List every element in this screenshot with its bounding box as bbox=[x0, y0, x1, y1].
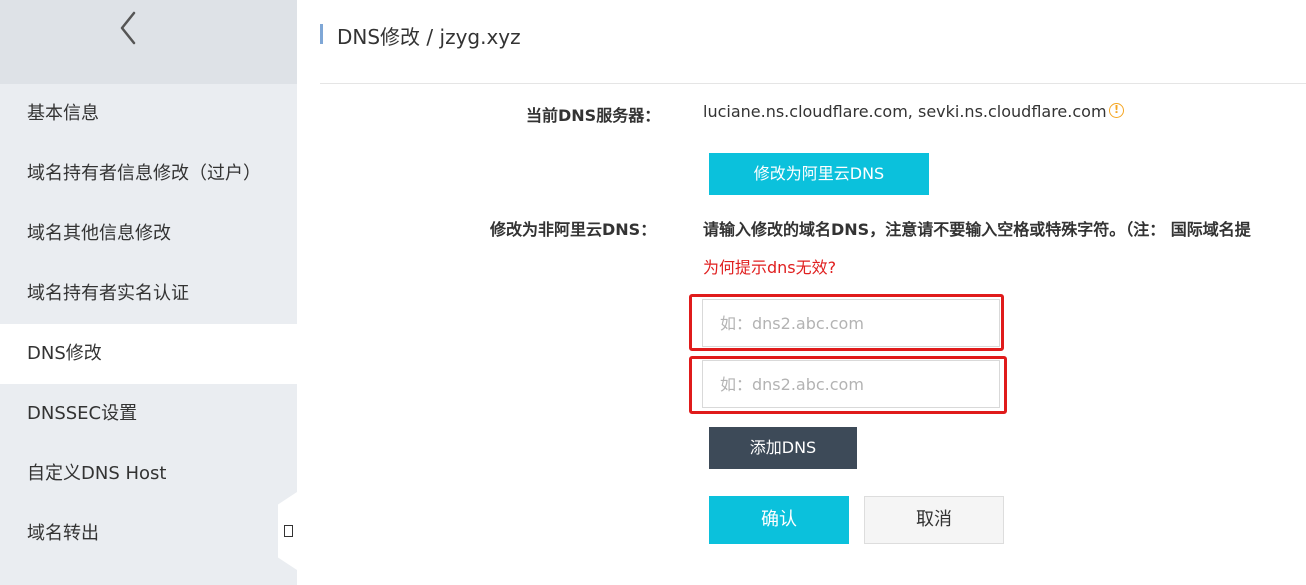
header-divider bbox=[320, 83, 1306, 84]
chevron-left-icon[interactable] bbox=[116, 8, 140, 48]
switch-to-aliyun-dns-button[interactable]: 修改为阿里云DNS bbox=[709, 153, 929, 195]
title-accent-bar bbox=[320, 24, 323, 44]
sidebar-nav: 基本信息 域名持有者信息修改（过户） 域名其他信息修改 域名持有者实名认证 DN… bbox=[0, 84, 297, 564]
sidebar-item-dnssec[interactable]: DNSSEC设置 bbox=[0, 384, 297, 444]
sidebar-item-basic-info[interactable]: 基本信息 bbox=[0, 84, 297, 144]
page-title: DNS修改 / jzyg.xyz bbox=[337, 25, 521, 49]
sidebar-item-real-name-auth[interactable]: 域名持有者实名认证 bbox=[0, 264, 297, 324]
sidebar-item-other-info[interactable]: 域名其他信息修改 bbox=[0, 204, 297, 264]
sidebar-item-dns-modify[interactable]: DNS修改 bbox=[0, 324, 297, 384]
non-aliyun-dns-label: 修改为非阿里云DNS： bbox=[490, 220, 657, 239]
current-dns-value: luciane.ns.cloudflare.com, sevki.ns.clou… bbox=[703, 102, 1107, 121]
sidebar: 基本信息 域名持有者信息修改（过户） 域名其他信息修改 域名持有者实名认证 DN… bbox=[0, 0, 297, 585]
sidebar-item-custom-dns-host[interactable]: 自定义DNS Host bbox=[0, 444, 297, 504]
add-dns-button[interactable]: 添加DNS bbox=[709, 427, 857, 469]
dns-invalid-help-link[interactable]: 为何提示dns无效? bbox=[703, 254, 836, 278]
sidebar-item-owner-transfer[interactable]: 域名持有者信息修改（过户） bbox=[0, 144, 297, 204]
current-dns-label: 当前DNS服务器： bbox=[526, 106, 661, 125]
sidebar-header bbox=[0, 0, 297, 84]
dns-server-input-2[interactable] bbox=[702, 360, 1000, 408]
dns-server-input-1[interactable] bbox=[702, 299, 1000, 347]
sidebar-collapse-icon[interactable] bbox=[284, 525, 293, 537]
dns-instruction-text: 请输入修改的域名DNS，注意请不要输入空格或特殊字符。（注： 国际域名提 bbox=[703, 220, 1251, 239]
warning-circle-icon[interactable]: ! bbox=[1109, 103, 1124, 118]
cancel-button[interactable]: 取消 bbox=[864, 496, 1004, 544]
confirm-button[interactable]: 确认 bbox=[709, 496, 849, 544]
sidebar-item-domain-transfer-out[interactable]: 域名转出 bbox=[0, 504, 297, 564]
